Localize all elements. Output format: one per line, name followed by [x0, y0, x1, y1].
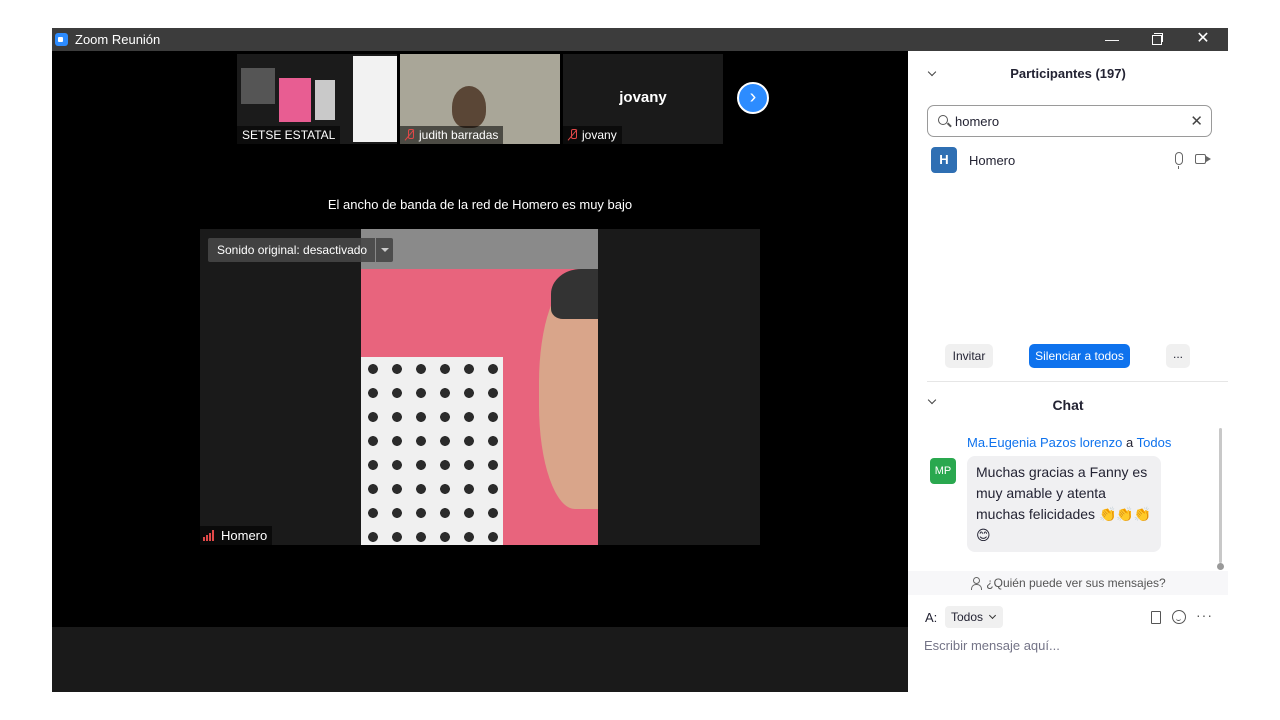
search-icon	[938, 115, 948, 125]
more-options-button[interactable]: ...	[1166, 344, 1190, 368]
next-page-button[interactable]: ›	[737, 82, 769, 114]
restore-button[interactable]	[1134, 28, 1180, 51]
thumbnail-setse[interactable]: SETSE ESTATAL	[237, 54, 397, 144]
thumbnail-name: judith barradas	[419, 128, 499, 142]
mic-muted-icon	[568, 129, 578, 141]
chat-scrollbar[interactable]	[1219, 428, 1222, 563]
more-chat-options-icon[interactable]: ···	[1196, 607, 1213, 623]
recipient-label: A:	[925, 610, 938, 625]
screen-share-block	[279, 78, 311, 122]
participant-search-input[interactable]	[955, 112, 1175, 130]
panel-divider	[927, 381, 1228, 382]
original-sound-label: Sonido original: desactivado	[217, 243, 368, 257]
participant-video	[452, 86, 486, 128]
participants-title: Participantes (197)	[1010, 66, 1126, 81]
zoom-app-icon	[55, 33, 68, 46]
screen-share-block	[241, 68, 275, 104]
chat-message-bubble: Muchas gracias a Fanny es muy amable y a…	[967, 456, 1161, 552]
chat-message-header: Ma.Eugenia Pazos lorenzo a Todos	[967, 435, 1171, 450]
active-speaker-video[interactable]: Sonido original: desactivado Homero	[200, 229, 760, 545]
thumbnail-name: SETSE ESTATAL	[237, 126, 341, 144]
restore-icon	[1152, 33, 1163, 45]
emoji-icon[interactable]	[1172, 610, 1186, 624]
minimize-button[interactable]: —	[1089, 28, 1135, 51]
zoom-window: Zoom Reunión — ✕ SETSE ESTATAL judith ba…	[52, 28, 1228, 692]
file-icon[interactable]	[1151, 611, 1161, 624]
speaker-name: Homero	[221, 528, 268, 543]
thumbnail-display-name: jovany	[619, 89, 667, 106]
mute-all-button[interactable]: Silenciar a todos	[1029, 344, 1130, 368]
screen-share-panel	[353, 56, 397, 142]
low-signal-icon	[203, 530, 217, 541]
avatar: H	[931, 147, 957, 173]
original-sound-dropdown[interactable]	[375, 238, 393, 262]
person-icon	[970, 577, 983, 590]
original-sound-toggle[interactable]: Sonido original: desactivado	[208, 238, 394, 262]
participant-row[interactable]: H Homero	[931, 147, 1216, 173]
main-video-area: El ancho de banda de la red de Homero es…	[52, 147, 908, 627]
speaker-name-tag: Homero	[200, 526, 273, 545]
side-panel: Participantes (197) ✕ H Homero Invitar S…	[908, 51, 1228, 692]
thumbnail-name-tag: judith barradas	[400, 126, 504, 144]
meeting-stage: SETSE ESTATAL judith barradas jovany jov…	[52, 51, 908, 692]
window-title: Zoom Reunión	[75, 32, 161, 47]
avatar: MP	[930, 458, 956, 484]
mic-muted-icon	[405, 129, 415, 141]
participant-search[interactable]: ✕	[927, 105, 1212, 137]
microphone-icon[interactable]	[1175, 152, 1183, 169]
speaker-video-feed	[361, 229, 598, 545]
video-wall-pattern	[361, 357, 503, 545]
thumbnail-name-tag: jovany	[563, 126, 622, 144]
chat-connector: a	[1126, 435, 1134, 450]
meeting-controls-bar	[52, 627, 908, 692]
title-bar: Zoom Reunión — ✕	[52, 28, 1228, 51]
chat-sender-name[interactable]: Ma.Eugenia Pazos lorenzo	[967, 435, 1122, 450]
clear-search-icon[interactable]: ✕	[1190, 112, 1203, 130]
thumbnail-judith[interactable]: judith barradas	[400, 54, 560, 144]
who-can-see-label: ¿Quién puede ver sus mensajes?	[986, 576, 1166, 590]
close-window-button[interactable]: ✕	[1180, 28, 1226, 51]
recipient-dropdown[interactable]: Todos	[945, 606, 1003, 628]
chat-message-input[interactable]	[924, 635, 1214, 655]
thumbnail-strip: SETSE ESTATAL judith barradas jovany jov…	[52, 51, 908, 147]
video-speaker-hair	[551, 269, 598, 319]
who-can-see-link[interactable]: ¿Quién puede ver sus mensajes?	[908, 571, 1228, 595]
thumbnail-jovany[interactable]: jovany jovany	[563, 54, 723, 144]
recipient-value: Todos	[951, 610, 984, 624]
chat-scroll-handle[interactable]	[1217, 563, 1224, 570]
screen-share-block	[315, 80, 335, 120]
bandwidth-warning: El ancho de banda de la red de Homero es…	[327, 197, 633, 212]
video-camera-icon[interactable]	[1195, 154, 1211, 164]
chat-title: Chat	[1052, 397, 1084, 413]
chat-recipient[interactable]: Todos	[1137, 435, 1172, 450]
chevron-down-icon	[988, 611, 997, 620]
video-roof	[361, 229, 598, 269]
invite-button[interactable]: Invitar	[945, 344, 993, 368]
participant-name: Homero	[969, 153, 1016, 168]
thumbnail-name: jovany	[582, 128, 617, 142]
